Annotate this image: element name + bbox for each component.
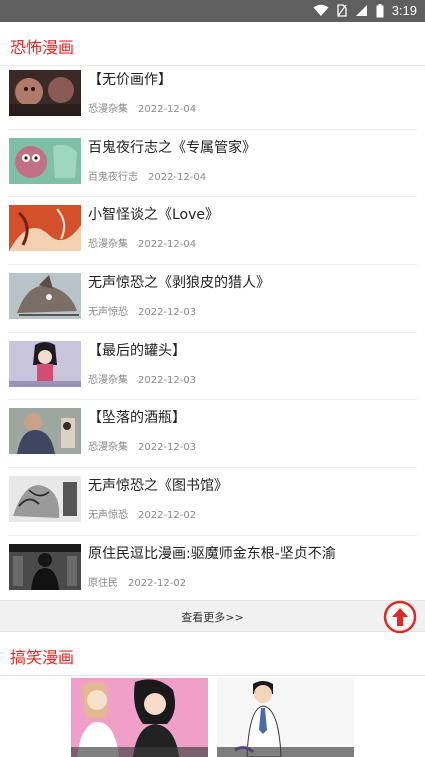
item-date: 2022-12-04 <box>148 171 207 183</box>
funny-section-header: 搞笑漫画 <box>0 632 425 676</box>
thumbnail <box>9 408 81 455</box>
wifi-icon <box>313 4 329 16</box>
item-title: 百鬼夜行志之《专属管家》 <box>88 139 256 156</box>
load-more-label: 查看更多>> <box>181 611 244 624</box>
horror-section-header: 恐怖漫画 <box>0 22 425 66</box>
thumbnail <box>9 543 81 590</box>
horror-list: 【无价画作】 恐漫杂集 2022-12-04 百鬼夜行志之《专属管家》 百鬼夜行志… <box>0 62 425 604</box>
item-source: 无声惊恐 <box>88 307 128 319</box>
item-date: 2022-12-04 <box>138 104 197 115</box>
item-meta: 恐漫杂集 2022-12-04 <box>88 100 196 115</box>
item-source: 恐漫杂集 <box>88 104 128 115</box>
list-item[interactable]: 无声惊恐之《图书馆》 无声惊恐 2022-12-02 <box>8 468 417 536</box>
item-meta: 恐漫杂集 2022-12-03 <box>88 438 196 453</box>
thumbnail <box>9 70 81 116</box>
item-date: 2022-12-03 <box>138 374 197 386</box>
comic-cover-image <box>71 678 208 757</box>
item-source: 无声惊恐 <box>88 510 128 522</box>
list-item[interactable]: 无声惊恐之《剥狼皮的猎人》 无声惊恐 2022-12-03 <box>8 265 417 333</box>
list-item[interactable]: 百鬼夜行志之《专属管家》 百鬼夜行志 2022-12-04 <box>8 130 417 198</box>
item-date: 2022-12-03 <box>138 442 197 454</box>
thumbnail <box>9 137 81 184</box>
section-title: 恐怖漫画 <box>10 38 75 57</box>
battery-icon <box>376 3 384 17</box>
item-date: 2022-12-02 <box>138 510 197 522</box>
section-title: 搞笑漫画 <box>10 648 75 667</box>
item-title: 【最后的罐头】 <box>88 342 186 359</box>
item-title: 【无价画作】 <box>88 72 172 88</box>
list-item[interactable]: 原住民逗比漫画:驱魔师金东根-坚贞不渝 原住民 2022-12-02 <box>8 536 417 604</box>
item-source: 恐漫杂集 <box>88 442 128 454</box>
item-title: 无声惊恐之《图书馆》 <box>88 478 228 495</box>
list-item[interactable]: 【坠落的酒瓶】 恐漫杂集 2022-12-03 <box>8 400 417 469</box>
list-item[interactable]: 【最后的罐头】 恐漫杂集 2022-12-03 <box>8 333 417 401</box>
item-source: 恐漫杂集 <box>88 239 128 251</box>
arrow-up-circle-icon <box>383 600 417 634</box>
item-date: 2022-12-04 <box>138 239 197 251</box>
load-more-button[interactable]: 查看更多>> <box>0 600 425 632</box>
funny-cards <box>0 676 425 757</box>
thumbnail <box>9 273 81 320</box>
list-item[interactable]: 小智怪谈之《Love》 恐漫杂集 2022-12-04 <box>8 197 417 266</box>
card-caption <box>217 747 354 757</box>
signal-icon <box>355 5 367 16</box>
item-title: 小智怪谈之《Love》 <box>88 207 220 224</box>
item-source: 百鬼夜行志 <box>88 171 138 183</box>
back-to-top-button[interactable] <box>383 600 417 634</box>
item-meta: 无声惊恐 2022-12-02 <box>88 506 196 521</box>
comic-card[interactable] <box>217 678 354 757</box>
item-meta: 原住民 2022-12-02 <box>88 574 186 589</box>
item-date: 2022-12-02 <box>128 577 187 589</box>
sim-icon <box>337 4 347 17</box>
comic-cover-image <box>217 678 354 757</box>
comic-card[interactable] <box>71 678 208 757</box>
item-date: 2022-12-03 <box>138 307 197 319</box>
list-item[interactable]: 【无价画作】 恐漫杂集 2022-12-04 <box>8 62 417 130</box>
thumbnail <box>9 476 81 523</box>
item-title: 无声惊恐之《剥狼皮的猎人》 <box>88 275 270 292</box>
item-title: 原住民逗比漫画:驱魔师金东根-坚贞不渝 <box>88 545 336 562</box>
item-source: 原住民 <box>88 577 118 589</box>
item-meta: 恐漫杂集 2022-12-04 <box>88 235 196 250</box>
item-meta: 无声惊恐 2022-12-03 <box>88 303 196 318</box>
thumbnail <box>9 340 81 387</box>
card-caption <box>71 747 208 757</box>
item-meta: 百鬼夜行志 2022-12-04 <box>88 168 206 183</box>
item-meta: 恐漫杂集 2022-12-03 <box>88 371 196 386</box>
status-bar: 3:19 <box>0 0 425 22</box>
item-title: 【坠落的酒瓶】 <box>88 410 186 427</box>
status-time: 3:19 <box>391 3 417 18</box>
item-source: 恐漫杂集 <box>88 374 128 386</box>
thumbnail <box>9 205 81 252</box>
